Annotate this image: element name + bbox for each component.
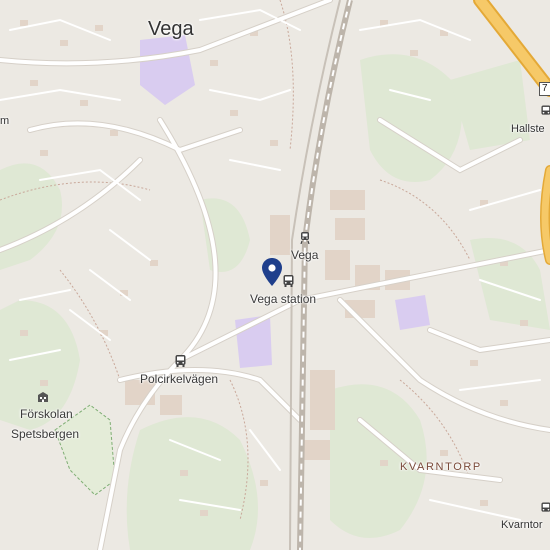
bus-icon — [282, 275, 294, 287]
institution-area — [395, 295, 430, 330]
forest-area — [200, 198, 250, 272]
institution-area — [140, 35, 195, 105]
bus-icon — [541, 502, 550, 514]
poi-label-spetsbergen[interactable]: Spetsbergen — [11, 427, 79, 441]
school-icon — [37, 391, 49, 403]
location-pin-icon[interactable] — [262, 258, 282, 286]
forest-area — [450, 60, 530, 150]
bus-stop-label-hallste[interactable]: Hallste — [511, 123, 545, 135]
poi-label-forskolan[interactable]: Förskolan — [20, 407, 73, 421]
forest-area — [0, 163, 62, 270]
train-icon — [299, 232, 311, 244]
district-label-kvarntorp: KVARNTORP — [400, 461, 482, 473]
forest-area — [126, 417, 259, 550]
bus-stop-label-vega-station[interactable]: Vega station — [250, 292, 316, 306]
rail-station-label[interactable]: Vega — [291, 248, 318, 262]
bus-icon — [174, 355, 186, 367]
place-label-vega: Vega — [148, 18, 194, 40]
map-canvas[interactable]: Vega KVARNTORP Vega Vega station Polcirk… — [0, 0, 550, 550]
bus-icon — [541, 105, 550, 117]
route-shield: 7 — [539, 82, 550, 96]
bus-stop-label-polcirkelvagen[interactable]: Polcirkelvägen — [140, 372, 218, 386]
edge-label-left: m — [0, 115, 10, 127]
bus-stop-label-kvarntorp[interactable]: Kvarntor — [501, 519, 543, 531]
